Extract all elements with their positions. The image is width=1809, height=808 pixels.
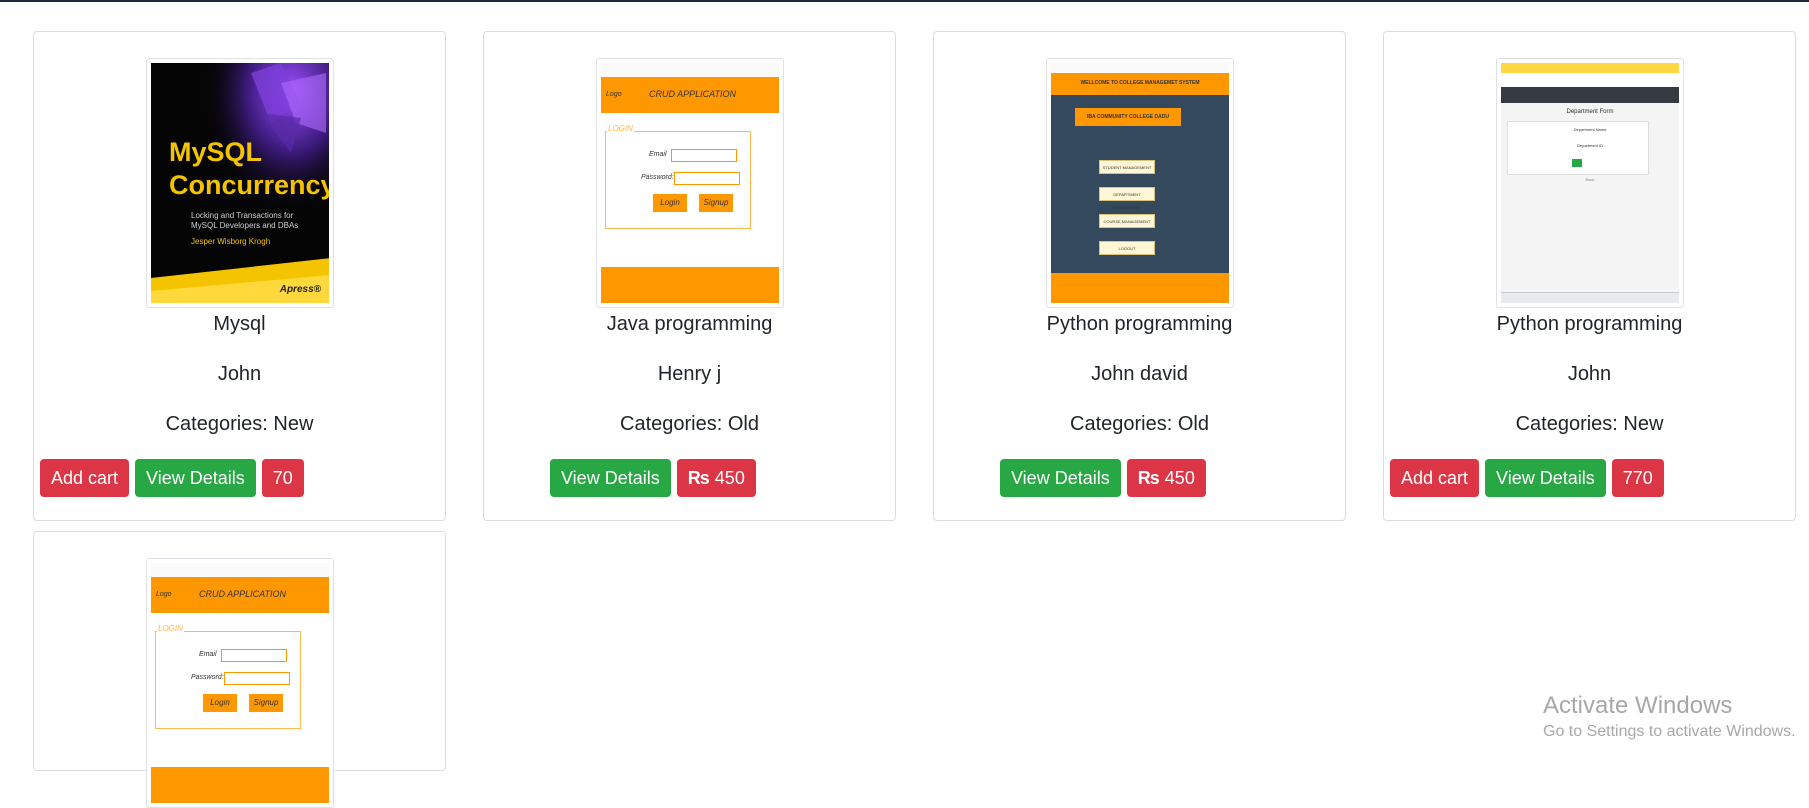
rupee-icon: ₨	[1137, 468, 1160, 488]
price-badge: ₨ 450	[1126, 459, 1206, 497]
price-value: 450	[1164, 468, 1195, 488]
book-subtitle: Locking and Transactions for MySQL Devel…	[191, 211, 299, 230]
college-name-banner: IBA COMMUNITY COLLEGE DADU	[1075, 108, 1181, 126]
product-thumbnail[interactable]: Department Form Department Name Departme…	[1496, 58, 1684, 308]
form-field-label: Department Name	[1573, 127, 1607, 132]
activate-windows-watermark: Activate Windows Go to Settings to activ…	[1543, 691, 1796, 743]
watermark-title: Activate Windows	[1543, 692, 1733, 719]
login-legend: LOGIN	[157, 624, 184, 633]
book-author: Jesper Wisborg Krogh	[191, 237, 271, 246]
add-cart-button[interactable]: Add cart	[40, 459, 130, 497]
product-thumbnail[interactable]: Logo CRUD APPLICATION LOGIN Email Passwo…	[596, 58, 784, 308]
email-label: Email	[199, 651, 217, 658]
app-title: CRUD APPLICATION	[649, 89, 737, 99]
form-field-label: Department ID	[1576, 143, 1603, 148]
app-logo-text: Logo	[156, 591, 172, 598]
price-badge: ₨ 450	[676, 459, 756, 497]
price-value: 450	[714, 468, 745, 488]
password-field	[224, 672, 290, 685]
product-name: Python programming	[1496, 313, 1683, 335]
product-card: Logo CRUD APPLICATION LOGIN Email Passwo…	[483, 31, 896, 521]
product-category: Categories: Old	[1070, 413, 1209, 435]
product-category: Categories: New	[165, 413, 314, 435]
menu-button: COURSE MANAGEMENT	[1099, 214, 1155, 228]
product-thumbnail[interactable]: WELLCOME TO COLLEGE MANAGEMET SYSTEM IBA…	[1046, 58, 1234, 308]
back-link: Back	[1585, 177, 1595, 182]
password-field	[674, 172, 740, 185]
window-titlebar	[151, 563, 329, 578]
price-badge: 70	[261, 459, 304, 497]
product-author: Henry j	[657, 363, 722, 385]
book-publisher: Apress®	[279, 284, 321, 295]
product-card: Department Form Department Name Departme…	[1383, 31, 1796, 521]
browser-tabs	[1501, 63, 1679, 73]
rupee-icon: ₨	[687, 468, 710, 488]
view-details-button[interactable]: View Details	[1000, 459, 1121, 497]
menu-button: LOGOUT	[1099, 241, 1155, 255]
email-field	[671, 149, 737, 162]
book-cover-image: MySQL Concurrency Locking and Transactio…	[151, 63, 329, 303]
product-author: John	[217, 363, 262, 385]
browser-address-bar	[1501, 73, 1679, 88]
app-title: WELLCOME TO COLLEGE MANAGEMET SYSTEM	[1080, 80, 1200, 86]
product-category: Categories: Old	[620, 413, 759, 435]
price-badge: 770	[1611, 459, 1664, 497]
book-title-line1: MySQL	[169, 137, 263, 167]
watermark-subtitle: Go to Settings to activate Windows.	[1543, 723, 1796, 740]
site-navbar	[1501, 87, 1679, 103]
product-category: Categories: New	[1515, 413, 1664, 435]
app-footer	[1051, 273, 1229, 303]
signup-button: Signup	[699, 194, 733, 212]
add-cart-button[interactable]: Add cart	[1390, 459, 1480, 497]
window-titlebar	[601, 63, 779, 78]
menu-button: DEPARTMENT MANAGEMENT	[1099, 187, 1155, 210]
product-actions: View Details ₨ 450	[484, 459, 895, 497]
menu-button: STUDENT MANAGEMENT	[1099, 160, 1155, 174]
signup-button: Signup	[249, 694, 283, 712]
view-details-button[interactable]: View Details	[550, 459, 671, 497]
login-button: Login	[653, 194, 687, 212]
app-title: CRUD APPLICATION	[199, 589, 287, 599]
view-details-button[interactable]: View Details	[1485, 459, 1606, 497]
password-label: Password:	[641, 174, 674, 181]
product-actions: View Details ₨ 450	[934, 459, 1345, 497]
product-name: Python programming	[1046, 313, 1233, 335]
product-actions: Add cart View Details 770	[1384, 459, 1795, 497]
product-card: MySQL Concurrency Locking and Transactio…	[33, 31, 446, 521]
window-titlebar	[1051, 63, 1229, 73]
login-legend: LOGIN	[607, 124, 634, 133]
app-footer	[151, 767, 329, 803]
product-name: Mysql	[213, 313, 266, 335]
crud-app-screenshot: Logo CRUD APPLICATION LOGIN Email Passwo…	[601, 63, 779, 303]
view-details-button[interactable]: View Details	[135, 459, 256, 497]
product-thumbnail[interactable]: Logo CRUD APPLICATION LOGIN Email Passwo…	[146, 558, 334, 808]
product-actions: Add cart View Details 70	[34, 459, 445, 497]
app-footer	[601, 267, 779, 303]
password-label: Password:	[191, 674, 224, 681]
login-button: Login	[203, 694, 237, 712]
product-thumbnail[interactable]: MySQL Concurrency Locking and Transactio…	[146, 58, 334, 308]
taskbar	[1501, 292, 1679, 303]
product-author: John david	[1091, 363, 1188, 385]
product-name: Java programming	[606, 313, 773, 335]
submit-button	[1572, 159, 1582, 167]
email-field	[221, 649, 287, 662]
app-logo-text: Logo	[606, 91, 622, 98]
product-card: WELLCOME TO COLLEGE MANAGEMET SYSTEM IBA…	[933, 31, 1346, 521]
product-card: Logo CRUD APPLICATION LOGIN Email Passwo…	[33, 531, 446, 808]
crud-app-screenshot: Logo CRUD APPLICATION LOGIN Email Passwo…	[151, 563, 329, 803]
book-title-line2: Concurrency	[169, 170, 329, 200]
email-label: Email	[649, 151, 667, 158]
college-app-screenshot: WELLCOME TO COLLEGE MANAGEMET SYSTEM IBA…	[1051, 63, 1229, 303]
product-author: John	[1567, 363, 1612, 385]
top-navbar-edge	[0, 0, 1809, 2]
department-form-screenshot: Department Form Department Name Departme…	[1501, 63, 1679, 303]
form-title: Department Form	[1566, 109, 1614, 115]
